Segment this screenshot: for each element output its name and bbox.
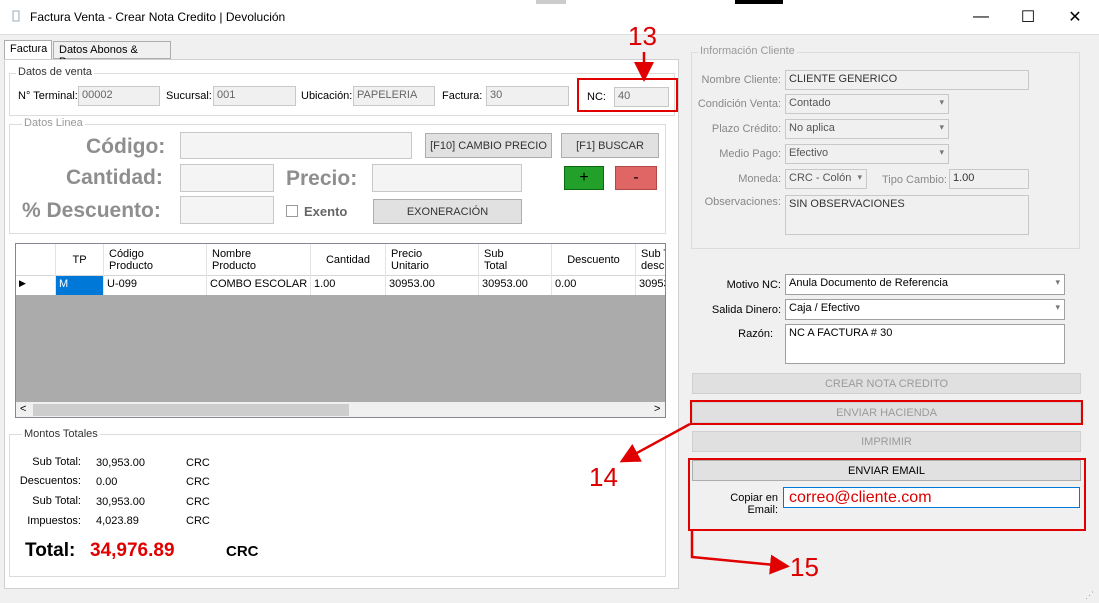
annotation-arrows xyxy=(619,52,790,575)
resize-grip-icon[interactable]: ⋰ xyxy=(1085,590,1094,601)
